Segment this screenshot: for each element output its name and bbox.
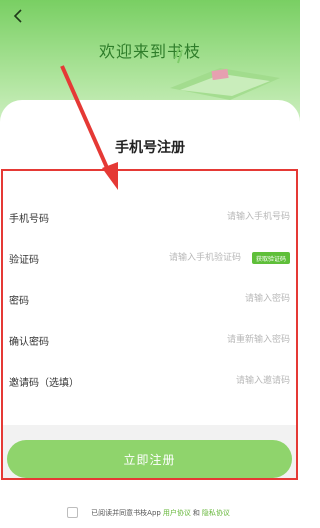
password-label: 密码 bbox=[9, 295, 29, 307]
phone-row: 手机号码 bbox=[3, 196, 296, 238]
chevron-left-icon bbox=[13, 9, 22, 23]
invite-label: 邀请码（选填） bbox=[9, 377, 79, 389]
privacy-policy-link[interactable]: 隐私协议 bbox=[202, 508, 230, 518]
code-label: 验证码 bbox=[9, 254, 39, 266]
book-illustration bbox=[170, 48, 280, 100]
confirm-row: 确认密码 bbox=[3, 319, 296, 361]
agreement-text: 已阅读并同意书枝App 用户协议 和 隐私协议 bbox=[0, 506, 300, 520]
page-title: 手机号注册 bbox=[115, 140, 185, 156]
register-button[interactable]: 立即注册 bbox=[7, 440, 292, 478]
password-input[interactable] bbox=[130, 289, 290, 309]
code-row: 验证码 获取验证码 bbox=[3, 237, 296, 279]
phone-input[interactable] bbox=[130, 207, 290, 227]
user-agreement-link[interactable]: 用户协议 bbox=[163, 508, 191, 518]
get-code-button[interactable]: 获取验证码 bbox=[251, 252, 290, 264]
form-fields: 手机号码 验证码 获取验证码 密码 确认密码 邀请码（选填） bbox=[3, 171, 296, 425]
phone-label: 手机号码 bbox=[9, 213, 49, 225]
register-form: 手机号码 验证码 获取验证码 密码 确认密码 邀请码（选填） 立即注册 bbox=[1, 169, 298, 480]
back-button[interactable] bbox=[8, 6, 28, 26]
password-row: 密码 bbox=[3, 278, 296, 320]
invite-input[interactable] bbox=[130, 371, 290, 391]
agreement-prefix: 已阅读并同意书枝App bbox=[91, 509, 161, 517]
confirm-password-input[interactable] bbox=[130, 330, 290, 350]
agreement-and: 和 bbox=[192, 509, 200, 517]
code-input[interactable] bbox=[101, 248, 241, 268]
confirm-label: 确认密码 bbox=[9, 336, 49, 348]
invite-row: 邀请码（选填） bbox=[3, 360, 296, 402]
